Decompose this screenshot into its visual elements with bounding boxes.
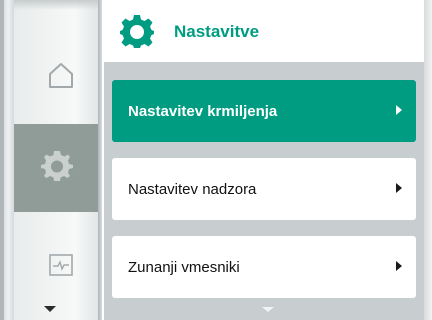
sidebar-item-settings[interactable] (14, 124, 100, 212)
sidebar-scroll-down-icon[interactable] (44, 306, 56, 312)
chevron-right-icon (396, 183, 402, 193)
page-title: Nastavitve (174, 22, 260, 41)
menu-item-label: Nastavitev nadzora (128, 180, 257, 198)
menu-item-external-interfaces[interactable]: Zunanji vmesniki (112, 236, 416, 298)
device-frame-right (424, 0, 432, 320)
chevron-right-icon (396, 261, 402, 271)
menu-item-label: Zunanji vmesniki (128, 258, 240, 276)
home-icon (46, 60, 76, 95)
sidebar-item-home[interactable] (26, 42, 96, 112)
pulse-graph-icon (49, 253, 73, 281)
device-frame-edge (0, 0, 4, 320)
chevron-right-icon (396, 105, 402, 115)
menu-scroll-down-icon[interactable] (262, 307, 274, 312)
menu-item-label: Nastavitev krmiljenja (128, 102, 278, 120)
gear-icon (120, 14, 154, 48)
header: Nastavitve (102, 0, 432, 62)
sidebar-item-diagnostics[interactable] (26, 232, 96, 302)
menu-item-monitoring-settings[interactable]: Nastavitev nadzora (112, 158, 416, 220)
sidebar-top-shade (14, 0, 102, 10)
gear-icon (40, 149, 74, 188)
menu-item-control-settings[interactable]: Nastavitev krmiljenja (112, 80, 416, 142)
